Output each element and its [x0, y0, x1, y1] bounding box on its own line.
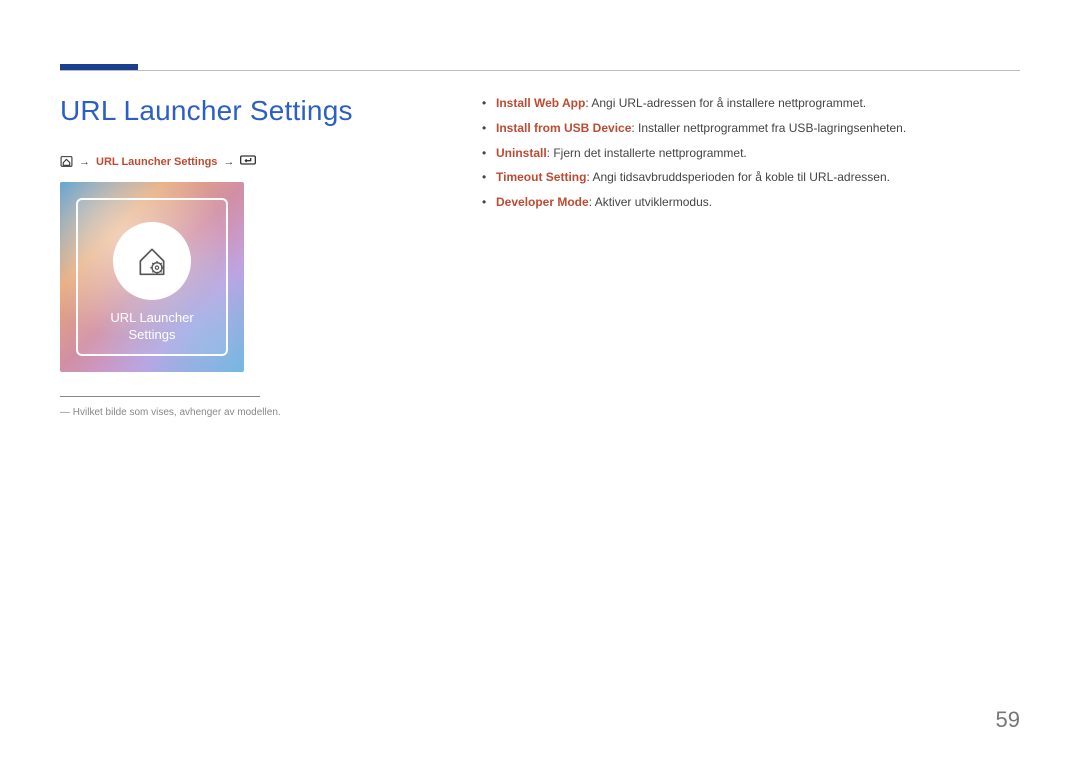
home-icon [60, 155, 73, 168]
nav-path-label: URL Launcher Settings [96, 156, 217, 168]
feature-desc: : Aktiver utviklermodus. [589, 195, 712, 209]
header-divider [60, 70, 1020, 71]
feature-term: Timeout Setting [496, 170, 586, 184]
arrow-icon: → [79, 156, 90, 168]
home-gear-icon [132, 241, 172, 281]
list-item: Timeout Setting: Angi tidsavbruddsperiod… [480, 169, 1020, 186]
thumbnail-circle [113, 222, 191, 300]
enter-icon [240, 155, 253, 168]
thumbnail-card: URL Launcher Settings [76, 198, 228, 356]
two-column-layout: URL Launcher Settings → URL Launcher Set… [60, 95, 1020, 418]
right-column: Install Web App: Angi URL-adressen for å… [480, 95, 1020, 418]
footnote-divider [60, 396, 260, 397]
list-item: Uninstall: Fjern det installerte nettpro… [480, 145, 1020, 162]
feature-desc: : Angi tidsavbruddsperioden for å koble … [586, 170, 890, 184]
feature-term: Install from USB Device [496, 121, 631, 135]
arrow-icon: → [223, 156, 234, 168]
feature-desc: : Angi URL-adressen for å installere net… [585, 96, 866, 110]
navigation-path: → URL Launcher Settings → [60, 155, 410, 168]
section-title: URL Launcher Settings [60, 95, 410, 127]
list-item: Install Web App: Angi URL-adressen for å… [480, 95, 1020, 112]
feature-term: Uninstall [496, 146, 547, 160]
settings-thumbnail: URL Launcher Settings [60, 182, 244, 372]
feature-list: Install Web App: Angi URL-adressen for å… [480, 95, 1020, 211]
feature-desc: : Installer nettprogrammet fra USB-lagri… [631, 121, 906, 135]
manual-page: URL Launcher Settings → URL Launcher Set… [0, 0, 1080, 763]
list-item: Install from USB Device: Installer nettp… [480, 120, 1020, 137]
feature-term: Install Web App [496, 96, 585, 110]
page-number: 59 [996, 707, 1020, 733]
thumbnail-card-label: URL Launcher Settings [110, 310, 193, 344]
list-item: Developer Mode: Aktiver utviklermodus. [480, 194, 1020, 211]
feature-term: Developer Mode [496, 195, 589, 209]
left-column: URL Launcher Settings → URL Launcher Set… [60, 95, 410, 418]
feature-desc: : Fjern det installerte nettprogrammet. [547, 146, 747, 160]
footnote-text: ― Hvilket bilde som vises, avhenger av m… [60, 407, 410, 418]
